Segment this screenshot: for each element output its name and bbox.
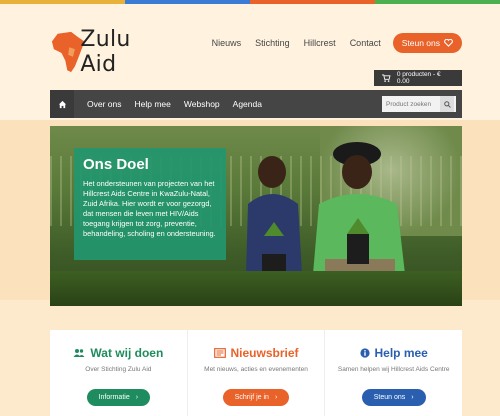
schrijf-je-in-button[interactable]: Schrijf je in › bbox=[222, 389, 290, 406]
card-title: Nieuwsbrief bbox=[230, 346, 299, 360]
navbar-webshop[interactable]: Webshop bbox=[184, 99, 220, 109]
card-title: Help mee bbox=[374, 346, 428, 360]
card-help-mee: Help mee Samen helpen wij Hillcrest Aids… bbox=[324, 330, 462, 416]
informatie-button[interactable]: Informatie › bbox=[86, 389, 151, 406]
heart-icon bbox=[444, 39, 453, 47]
newspaper-icon bbox=[213, 348, 226, 358]
page-container: Zulu Aid Nieuws Stichting Hillcrest Cont… bbox=[50, 8, 462, 416]
chevron-right-icon: › bbox=[274, 394, 278, 401]
nav-contact[interactable]: Contact bbox=[350, 38, 381, 48]
card-nieuwsbrief: Nieuwsbrief Met nieuws, acties en evenem… bbox=[186, 330, 325, 416]
card-button-label: Steun ons bbox=[373, 394, 406, 401]
nav-stichting[interactable]: Stichting bbox=[255, 38, 290, 48]
logo[interactable]: Zulu Aid bbox=[50, 26, 170, 78]
navbar-agenda[interactable]: Agenda bbox=[233, 99, 262, 109]
card-button-label: Informatie bbox=[98, 394, 130, 401]
site-header: Zulu Aid Nieuws Stichting Hillcrest Cont… bbox=[50, 8, 462, 86]
hero-text: Het ondersteunen van projecten van het H… bbox=[83, 179, 216, 238]
home-button[interactable] bbox=[50, 90, 74, 118]
navbar-help-mee[interactable]: Help mee bbox=[135, 99, 171, 109]
card-title-wrap: Nieuwsbrief bbox=[188, 346, 325, 360]
home-icon bbox=[58, 100, 66, 108]
product-search bbox=[382, 96, 456, 112]
info-icon bbox=[359, 348, 370, 358]
card-title-wrap: Help mee bbox=[325, 346, 462, 360]
hero-banner: Ons Doel Het ondersteunen van projecten … bbox=[50, 126, 462, 306]
hero-photo-person-right bbox=[313, 142, 405, 289]
feature-cards: Wat wij doen Over Stichting Zulu Aid Inf… bbox=[50, 330, 462, 416]
donate-label: Steun ons bbox=[401, 38, 440, 48]
search-input[interactable] bbox=[382, 96, 440, 112]
cart-label: 0 producten - € 0.00 bbox=[396, 71, 441, 85]
card-subtitle: Samen helpen wij Hillcrest Aids Centre bbox=[337, 366, 450, 373]
nav-hillcrest[interactable]: Hillcrest bbox=[304, 38, 336, 48]
search-icon bbox=[443, 100, 451, 108]
primary-navbar: Over ons Help mee Webshop Agenda bbox=[50, 90, 462, 118]
card-subtitle: Over Stichting Zulu Aid bbox=[85, 366, 152, 373]
cart-icon bbox=[382, 74, 391, 82]
users-icon bbox=[73, 349, 85, 357]
chevron-right-icon: › bbox=[411, 394, 414, 401]
hero-photo-plants bbox=[50, 271, 462, 306]
card-subtitle: Met nieuws, acties en evenementen bbox=[204, 366, 308, 373]
hero-mission-box: Ons Doel Het ondersteunen van projecten … bbox=[74, 148, 226, 260]
nav-nieuws[interactable]: Nieuws bbox=[212, 38, 242, 48]
card-title: Wat wij doen bbox=[90, 346, 164, 360]
search-button[interactable] bbox=[440, 96, 454, 112]
steun-ons-button[interactable]: Steun ons › bbox=[361, 389, 426, 406]
cart-summary[interactable]: 0 producten - € 0.00 bbox=[374, 70, 462, 86]
hero-title: Ons Doel bbox=[83, 156, 149, 173]
donate-button[interactable]: Steun ons bbox=[392, 33, 462, 53]
card-wat-wij-doen: Wat wij doen Over Stichting Zulu Aid Inf… bbox=[50, 330, 187, 416]
logo-text: Zulu Aid bbox=[80, 27, 131, 77]
color-stripe bbox=[0, 0, 500, 4]
card-button-label: Schrijf je in bbox=[234, 394, 269, 401]
card-title-wrap: Wat wij doen bbox=[50, 346, 187, 360]
chevron-right-icon: › bbox=[135, 394, 139, 401]
navbar-over-ons[interactable]: Over ons bbox=[87, 99, 122, 109]
main-nav: Nieuws Stichting Hillcrest Contact Steun… bbox=[198, 32, 462, 54]
